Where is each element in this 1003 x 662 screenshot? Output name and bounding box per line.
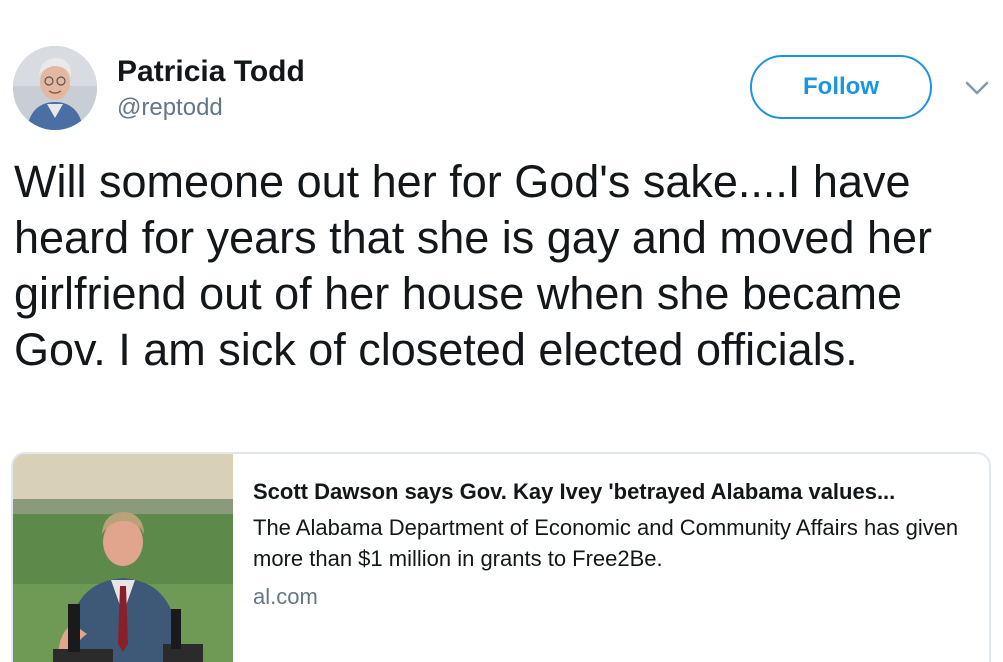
card-image: [13, 454, 233, 662]
card-domain: al.com: [253, 584, 318, 609]
chevron-down-icon[interactable]: [962, 76, 992, 100]
link-card[interactable]: Scott Dawson says Gov. Kay Ivey 'betraye…: [11, 452, 991, 662]
tweet-text: Will someone out her for God's sake....I…: [14, 156, 933, 375]
card-description: The Alabama Department of Economic and C…: [253, 515, 959, 571]
card-title[interactable]: Scott Dawson says Gov. Kay Ivey 'betraye…: [253, 479, 983, 505]
avatar-image: [13, 46, 97, 130]
follow-button[interactable]: Follow: [750, 55, 932, 119]
tweet: Patricia Todd @reptodd Follow Will someo…: [0, 0, 1003, 662]
author-handle[interactable]: @reptodd: [117, 94, 223, 122]
avatar[interactable]: [13, 46, 97, 130]
author-name[interactable]: Patricia Todd: [117, 55, 305, 89]
